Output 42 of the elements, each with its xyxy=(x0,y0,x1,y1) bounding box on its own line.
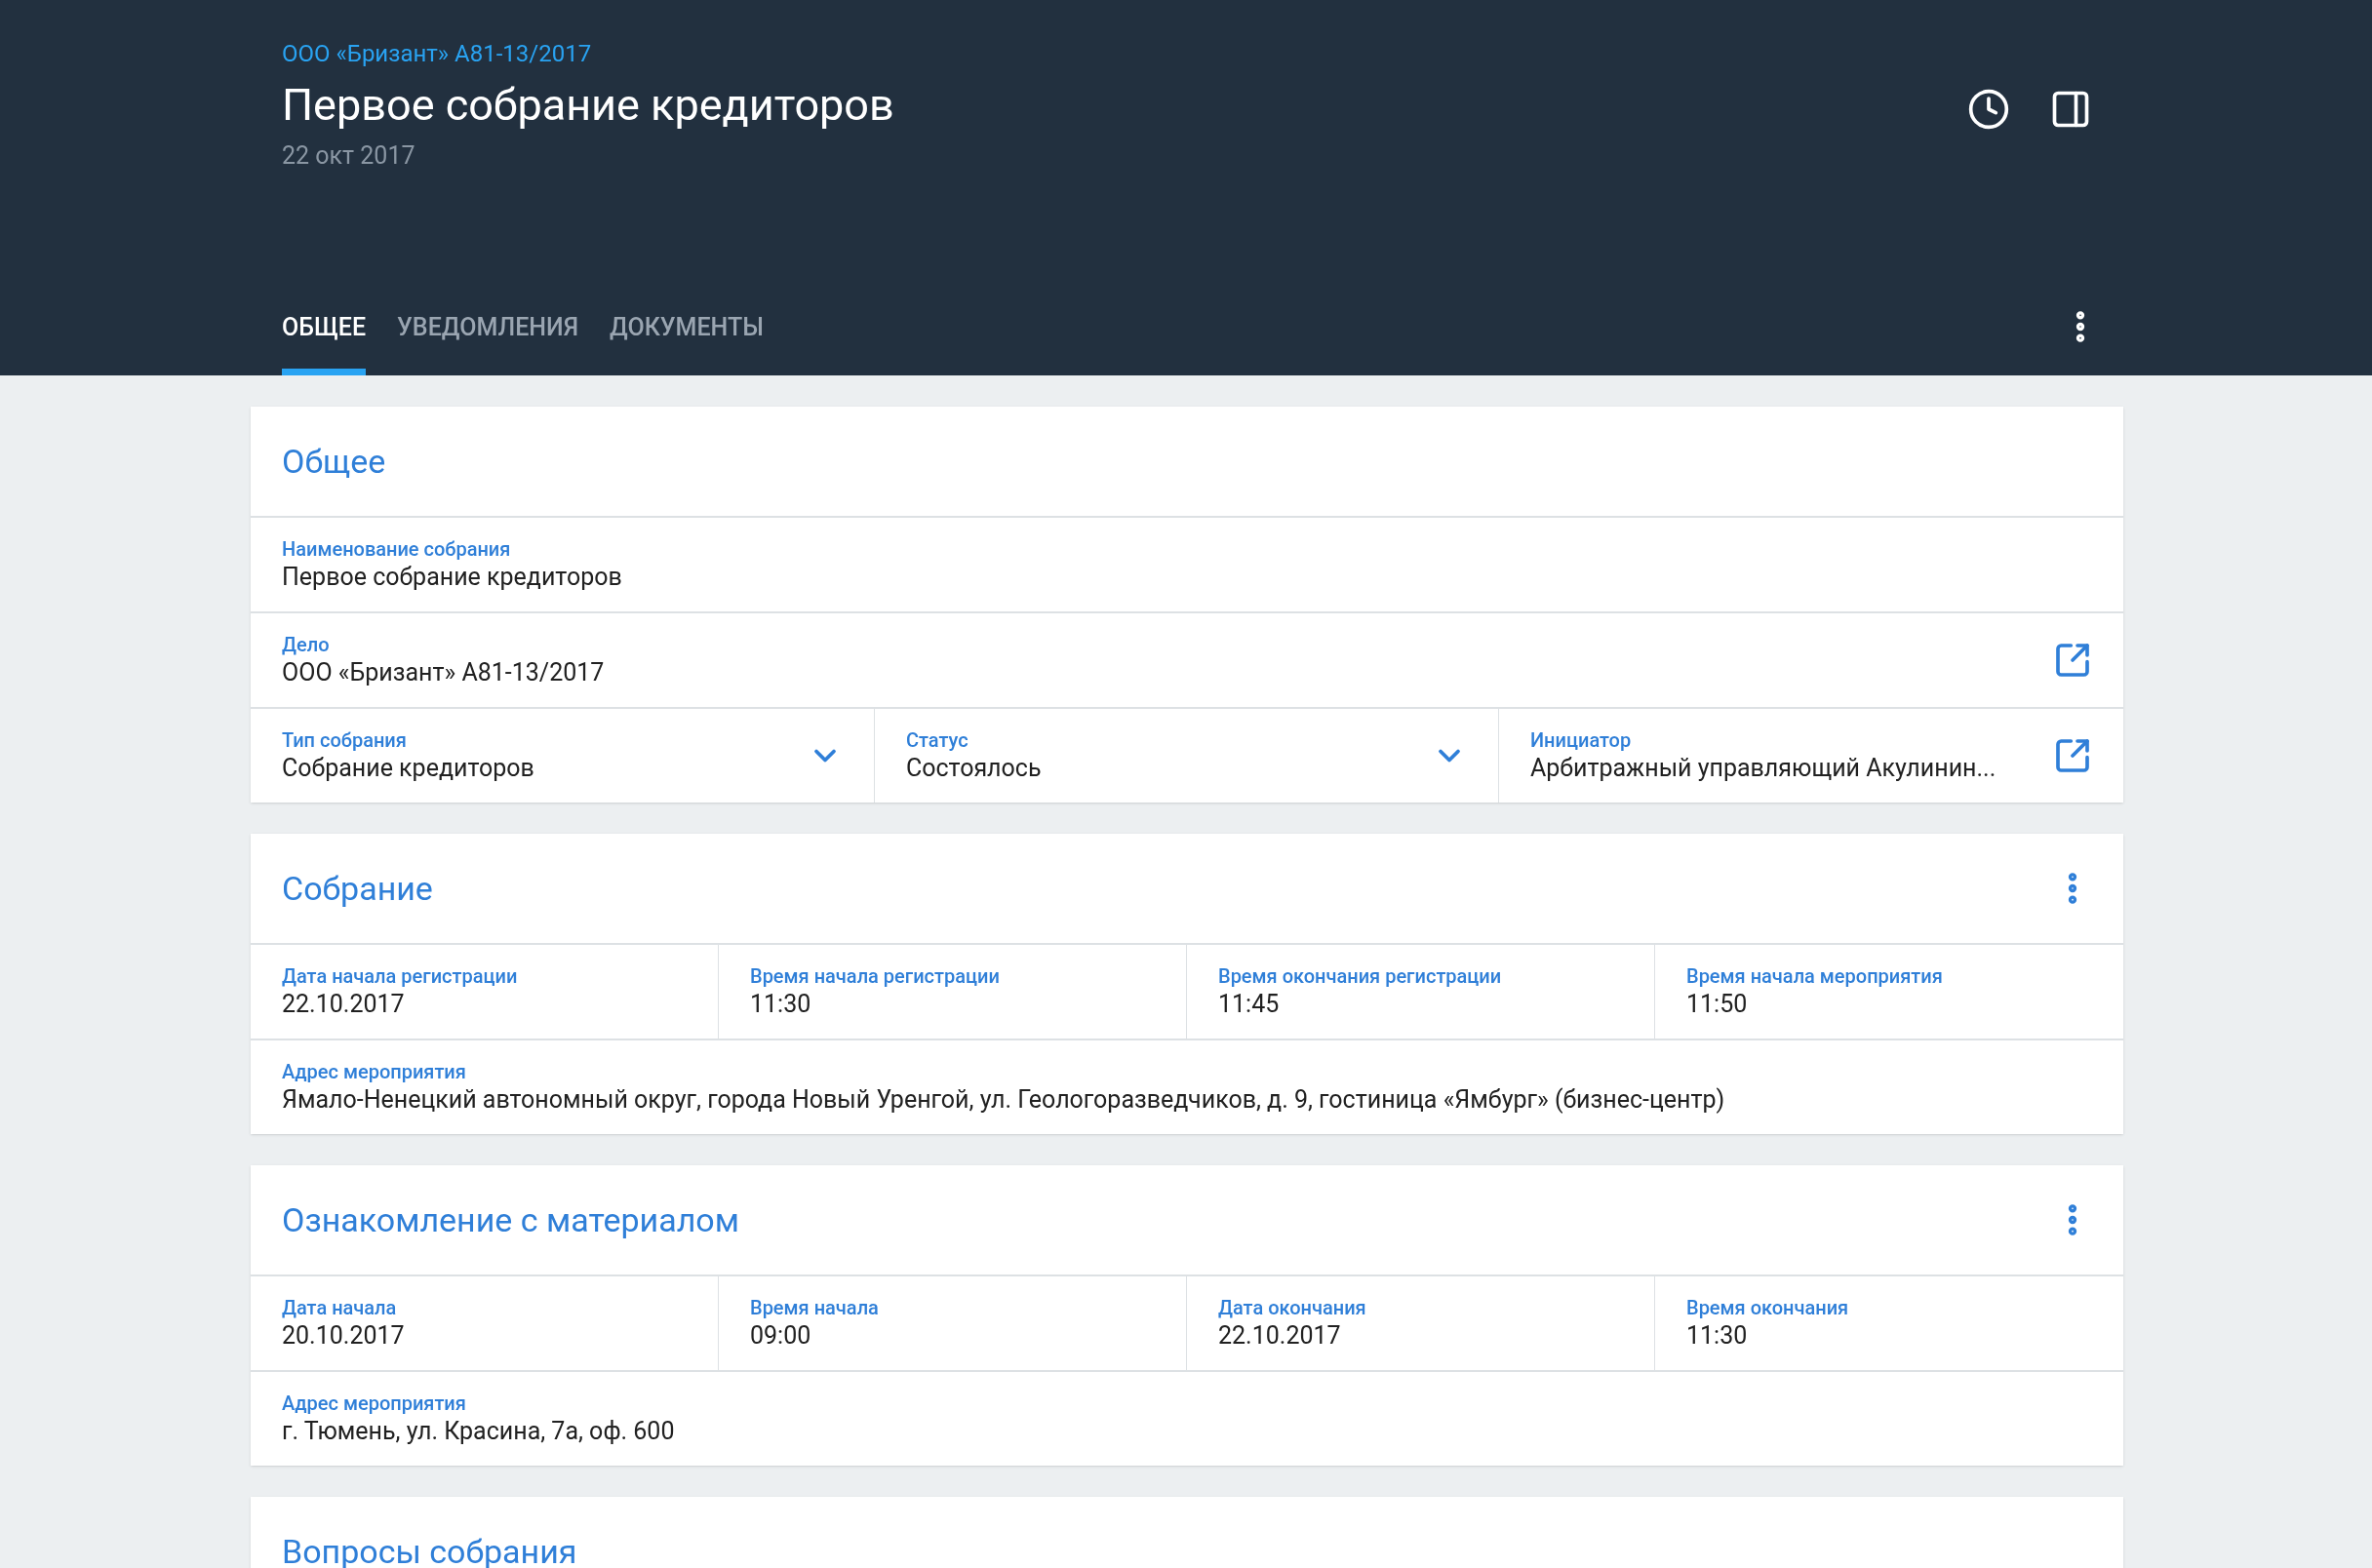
section-title: Собрание xyxy=(282,867,433,910)
field-value: Арбитражный управляющий Акулинин... xyxy=(1530,753,1996,784)
field-value: 22.10.2017 xyxy=(282,989,405,1020)
field-label: Наименование собрания xyxy=(282,536,511,562)
field-value: 11:50 xyxy=(1686,989,1748,1020)
page-date: 22 окт 2017 xyxy=(282,140,415,172)
field-value: 22.10.2017 xyxy=(1218,1320,1341,1352)
tab[interactable]: ОБЩЕЕ xyxy=(282,308,367,375)
field-label: Время окончания регистрации xyxy=(1218,963,1502,989)
external-link-icon[interactable] xyxy=(2053,641,2092,680)
section-title: Ознакомление с материалом xyxy=(282,1198,739,1241)
page-title: Первое собрание кредиторов xyxy=(282,78,894,133)
breadcrumb-link[interactable]: ООО «Бризант» А81-13/2017 xyxy=(282,39,592,68)
field-label: Тип собрания xyxy=(282,727,407,753)
field-label: Время начала мероприятия xyxy=(1686,963,1943,989)
field-label: Адрес мероприятия xyxy=(282,1059,466,1084)
field-value: Состоялось xyxy=(906,753,1042,784)
field-label: Статус xyxy=(906,727,969,753)
field-label: Дата начала регистрации xyxy=(282,963,518,989)
field-label: Инициатор xyxy=(1530,727,1632,753)
section-title: Общее xyxy=(282,440,386,483)
field-value: ООО «Бризант» А81-13/2017 xyxy=(282,657,605,688)
field-value: 11:30 xyxy=(1686,1320,1748,1352)
field-label: Время окончания xyxy=(1686,1295,1849,1320)
field-value: 20.10.2017 xyxy=(282,1320,405,1352)
field-label: Дата окончания xyxy=(1218,1295,1366,1320)
field-label: Время начала регистрации xyxy=(750,963,1000,989)
field-value: г. Тюмень, ул. Красина, 7а, оф. 600 xyxy=(282,1416,675,1447)
field-label: Дело xyxy=(282,632,330,657)
field-value: 11:45 xyxy=(1218,989,1280,1020)
field-value: Первое собрание кредиторов xyxy=(282,562,622,593)
field-value: Ямало-Ненецкий автономный округ, города Новый Уренгой, ул. Геологоразведчиков, д. 9, гостиница «Ямбург» (бизнес-центр) xyxy=(282,1084,1725,1116)
tab[interactable]: УВЕДОМЛЕНИЯ xyxy=(397,308,578,375)
field-value: 11:30 xyxy=(750,989,811,1020)
history-icon[interactable] xyxy=(1967,88,2010,131)
field-label: Время начала xyxy=(750,1295,879,1320)
field-label: Дата начала xyxy=(282,1295,397,1320)
field-label: Адрес мероприятия xyxy=(282,1391,466,1416)
field-value: Собрание кредиторов xyxy=(282,753,534,784)
tab[interactable]: ДОКУМЕНТЫ xyxy=(610,308,764,375)
external-link-icon[interactable] xyxy=(2053,736,2092,775)
field-value: 09:00 xyxy=(750,1320,811,1352)
